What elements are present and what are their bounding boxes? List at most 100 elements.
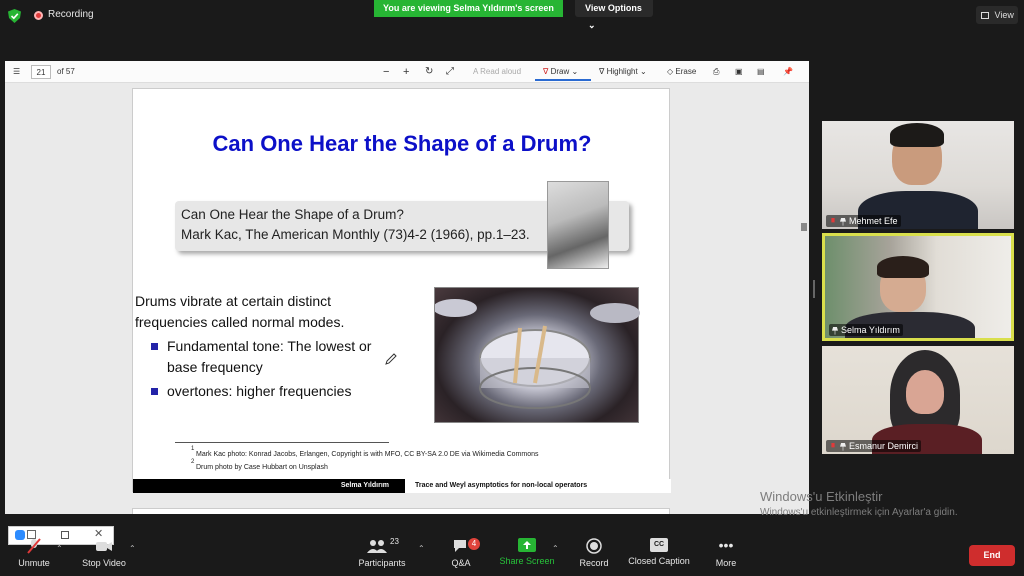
participant-name: Selma Yıldırım xyxy=(841,325,900,335)
video-options-caret-icon[interactable]: ⌃ xyxy=(129,544,136,553)
draw-icon: ∇ xyxy=(543,67,549,76)
print-icon[interactable]: ⎙ xyxy=(713,65,719,79)
footnote-text: Mark Kac photo: Konrad Jacobs, Erlangen,… xyxy=(196,451,539,458)
read-aloud-icon: A xyxy=(473,67,478,76)
participant-video-tile-active[interactable]: Selma Yıldırım xyxy=(822,233,1014,341)
erase-button[interactable]: ◇ Erase xyxy=(667,65,696,79)
more-button[interactable]: ••• More xyxy=(710,538,742,568)
more-label: More xyxy=(715,558,737,568)
drum-illustration xyxy=(433,299,640,409)
read-aloud-label: Read aloud xyxy=(480,67,522,76)
participant-name-label: Esmanur Demirci xyxy=(826,440,922,452)
share-screen-icon xyxy=(518,538,536,552)
page-count: of 57 xyxy=(57,67,75,76)
more-dots-icon: ••• xyxy=(718,537,734,553)
participant-video-tile[interactable]: Esmanur Demirci xyxy=(822,346,1014,454)
footer-talk-title: Trace and Weyl asymptotics for non-local… xyxy=(415,482,588,489)
pin-icon xyxy=(832,326,838,335)
participant-face-visible xyxy=(906,370,944,414)
chevron-down-icon: ⌄ xyxy=(639,67,647,76)
footnote-marker: 1 xyxy=(191,446,195,452)
participant-name: Mehmet Efe xyxy=(849,216,898,226)
qa-label: Q&A xyxy=(451,558,471,568)
fit-page-icon[interactable]: ⤢ xyxy=(446,65,454,79)
closed-caption-icon: CC xyxy=(650,538,668,552)
footnote-text: Drum photo by Case Hubbart on Unsplash xyxy=(196,464,328,471)
bullet-text: overtones: higher frequencies xyxy=(167,383,352,399)
zoom-in-icon[interactable]: + xyxy=(403,65,409,79)
pdf-scrollbar[interactable] xyxy=(800,83,808,514)
footnote-divider xyxy=(175,442,389,443)
view-button[interactable]: View xyxy=(976,6,1018,24)
grid-view-icon xyxy=(981,12,989,20)
chevron-down-icon: ⌄ xyxy=(588,20,596,30)
qa-chat-icon xyxy=(454,540,466,552)
stop-video-button[interactable]: Stop Video xyxy=(78,538,130,568)
intro-line: Drums vibrate at certain distinct xyxy=(135,293,332,309)
participants-button[interactable]: 23 Participants xyxy=(356,537,408,568)
share-screen-button[interactable]: Share Screen xyxy=(498,538,556,566)
encryption-shield-icon[interactable] xyxy=(8,9,21,23)
mark-kac-photo xyxy=(547,181,609,269)
rotate-icon[interactable]: ↻ xyxy=(425,65,433,79)
table-of-contents-icon[interactable]: ☰ xyxy=(13,65,20,79)
drum-photo xyxy=(433,287,640,423)
reference-title: Can One Hear the Shape of a Drum? xyxy=(181,207,404,222)
end-meeting-button[interactable]: End xyxy=(969,545,1015,566)
draw-button[interactable]: ∇ Draw ⌄ xyxy=(543,65,578,79)
view-options-button[interactable]: View Options ⌄ xyxy=(575,0,653,30)
qa-notification-badge: 4 xyxy=(468,538,480,550)
recording-icon xyxy=(34,11,43,20)
pencil-cursor-icon xyxy=(385,353,397,365)
bullet-marker xyxy=(151,388,158,395)
participant-name-label: Selma Yıldırım xyxy=(829,324,903,336)
mic-muted-icon xyxy=(831,442,835,448)
next-pdf-page xyxy=(132,508,670,514)
windows-activation-title: Windows'u Etkinleştir xyxy=(760,489,883,504)
save-icon[interactable]: ▣ xyxy=(735,65,743,79)
page-number-input[interactable]: 21 xyxy=(31,65,51,79)
bullet-text: Fundamental tone: The lowest or xyxy=(167,338,372,354)
highlight-button[interactable]: ∇ Highlight ⌄ xyxy=(599,65,647,79)
participants-caret-icon[interactable]: ⌃ xyxy=(418,544,425,553)
closed-caption-label: Closed Caption xyxy=(628,556,690,566)
participant-hair xyxy=(877,256,929,278)
participant-name: Esmanur Demirci xyxy=(849,441,919,451)
view-options-label: View Options xyxy=(585,3,642,13)
footnote-marker: 2 xyxy=(191,459,195,465)
record-button[interactable]: Record xyxy=(578,538,610,568)
mic-muted-icon xyxy=(831,217,835,223)
pin-icon xyxy=(840,217,846,226)
intro-line: frequencies called normal modes. xyxy=(135,314,345,330)
video-camera-icon xyxy=(96,542,112,551)
record-label: Record xyxy=(579,558,609,568)
record-icon xyxy=(586,538,602,554)
participant-name-label: Mehmet Efe xyxy=(826,215,901,227)
highlight-label: Highlight xyxy=(606,67,638,76)
save-as-icon[interactable]: ▤ xyxy=(757,65,765,79)
pin-toolbar-icon[interactable]: 📌 xyxy=(783,65,793,79)
participants-label: Participants xyxy=(358,558,406,568)
scrollbar-thumb[interactable] xyxy=(801,223,807,231)
closed-caption-button[interactable]: CC Closed Caption xyxy=(628,538,690,566)
unmute-button[interactable]: Unmute xyxy=(14,538,54,568)
pdf-toolbar: ☰ 21 of 57 − + ↻ ⤢ A Read aloud ∇ Draw ⌄… xyxy=(5,61,809,83)
highlight-icon: ∇ xyxy=(599,67,605,76)
pin-icon xyxy=(840,442,846,451)
stop-video-label: Stop Video xyxy=(82,558,126,568)
audio-options-caret-icon[interactable]: ⌃ xyxy=(56,544,63,553)
zoom-out-icon[interactable]: − xyxy=(383,65,389,79)
viewing-screen-banner: You are viewing Selma Yıldırım's screen xyxy=(374,0,563,17)
participants-count: 23 xyxy=(390,537,399,546)
participant-hair xyxy=(890,123,944,147)
share-screen-label: Share Screen xyxy=(499,556,555,566)
share-options-caret-icon[interactable]: ⌃ xyxy=(552,544,559,553)
mic-muted-icon xyxy=(27,538,41,554)
read-aloud-button[interactable]: A Read aloud xyxy=(473,65,521,79)
chevron-down-icon: ⌄ xyxy=(571,67,579,76)
panel-splitter-handle[interactable] xyxy=(813,280,815,298)
bullet-marker xyxy=(151,343,158,350)
maximize-icon[interactable] xyxy=(61,531,69,539)
reference-citation: Mark Kac, The American Monthly (73)4-2 (… xyxy=(181,227,530,242)
participant-video-tile[interactable]: Mehmet Efe xyxy=(822,121,1014,229)
